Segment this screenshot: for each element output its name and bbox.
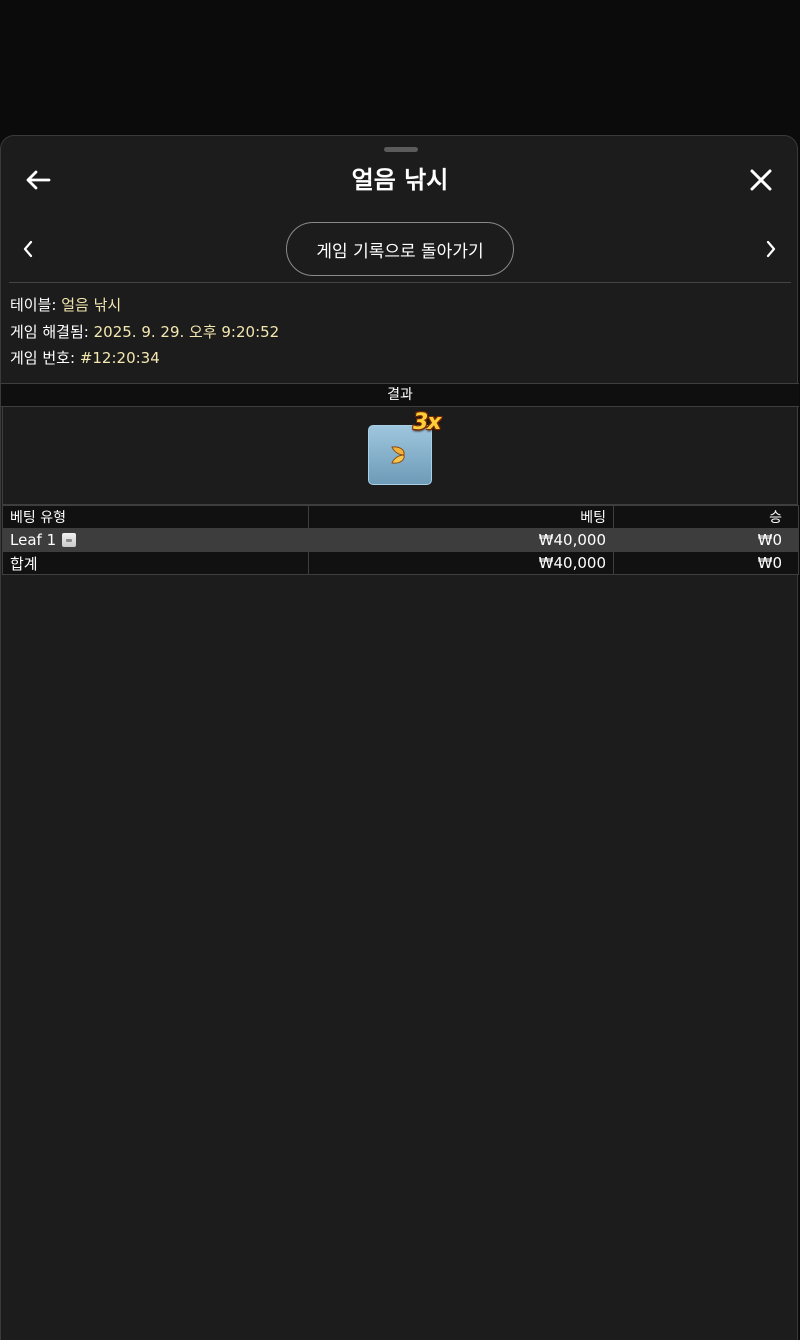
round-info: 테이블: 얼음 낚시 게임 해결됨: 2025. 9. 29. 오후 9:20:… [10,292,279,372]
sheet-header: 얼음 낚시 [1,160,799,200]
bet-type-label: Leaf 1 [10,531,57,549]
multiplier-badge: 3x [413,410,441,435]
leaf-icon [391,446,405,464]
sheet-grabber[interactable] [384,147,418,152]
table-row: Leaf 1 ₩40,000 ₩0 [2,528,799,552]
bet-type-cell: Leaf 1 [2,528,309,552]
table-info-line: 테이블: 얼음 낚시 [10,292,279,319]
column-header-bet: 베팅 [308,505,614,529]
bet-amount-cell: ₩40,000 [308,528,614,552]
round-navigation: 게임 기록으로 돌아가기 [1,222,799,276]
history-detail-sheet: 얼음 낚시 게임 기록으로 돌아가기 테이블: 얼음 낚시 게임 해결됨: 20 [0,135,799,1340]
round-number-line: 게임 번호: #12:20:34 [10,345,279,372]
arrow-left-icon [26,170,51,190]
resolved-value: 2025. 9. 29. 오후 9:20:52 [93,322,280,341]
table-value: 얼음 낚시 [61,296,122,314]
page-title: 얼음 낚시 [351,166,449,194]
resolved-label: 게임 해결됨: [10,322,89,341]
back-button[interactable] [18,160,58,200]
chevron-right-icon [766,240,776,258]
total-win-cell: ₩0 [613,551,799,575]
round-number-label: 게임 번호: [10,349,76,367]
round-number-value: #12:20:34 [79,349,160,367]
previous-round-button[interactable] [13,234,43,264]
table-label: 테이블: [10,296,57,314]
column-header-bet-type: 베팅 유형 [2,505,309,529]
bets-table: 베팅 유형 베팅 승 Leaf 1 ₩40,000 ₩0 합계 ₩40,000 … [2,505,799,575]
total-bet-cell: ₩40,000 [308,551,614,575]
result-panel: 3x [2,407,798,505]
divider [9,282,791,283]
back-to-history-button[interactable]: 게임 기록으로 돌아가기 [286,222,514,276]
total-row: 합계 ₩40,000 ₩0 [2,551,799,575]
next-round-button[interactable] [756,234,786,264]
table-header-row: 베팅 유형 베팅 승 [2,505,799,529]
close-button[interactable] [741,160,781,200]
chevron-left-icon [23,240,33,258]
close-icon [750,169,772,191]
result-header: 결과 [1,383,799,407]
win-amount-cell: ₩0 [613,528,799,552]
column-header-win: 승 [613,505,799,529]
total-label-cell: 합계 [2,551,309,575]
resolved-info-line: 게임 해결됨: 2025. 9. 29. 오후 9:20:52 [10,319,279,346]
leaf-chip-icon [62,533,77,547]
